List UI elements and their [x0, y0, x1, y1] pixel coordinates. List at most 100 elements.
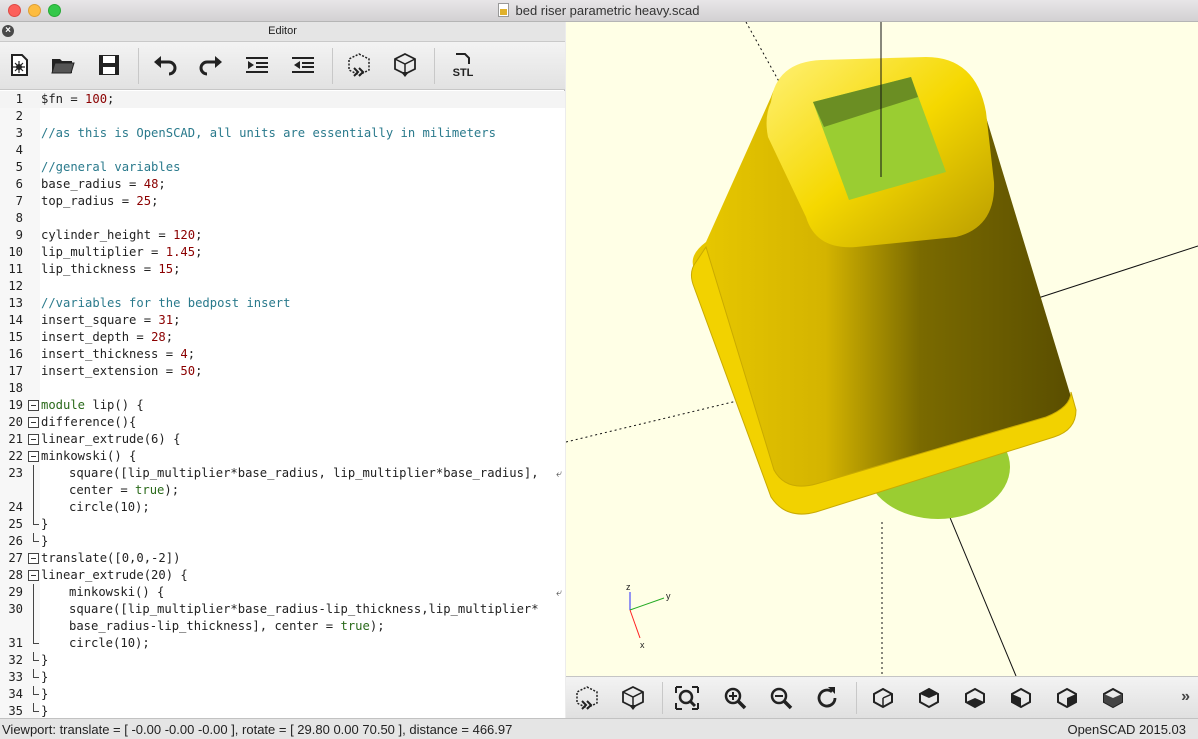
code-line[interactable]: 22 minkowski() {	[0, 448, 565, 465]
line-number: 12	[8, 279, 23, 293]
fold-toggle[interactable]	[28, 417, 39, 428]
code-text: }	[41, 687, 49, 701]
code-text: cylinder_height = 120;	[41, 228, 203, 242]
code-line[interactable]: base_radius-lip_thickness], center = tru…	[0, 618, 565, 635]
code-line[interactable]: 15 insert_depth = 28;	[0, 329, 565, 346]
toolbar-overflow-button[interactable]: »	[1181, 688, 1190, 706]
fold-guide	[33, 618, 34, 635]
save-button[interactable]	[94, 50, 124, 80]
title-bar: bed riser parametric heavy.scad	[0, 0, 1198, 22]
view-top-icon	[919, 687, 939, 709]
view-right-button[interactable]	[868, 683, 898, 713]
code-text: circle(10);	[69, 636, 150, 650]
render-button[interactable]	[390, 50, 420, 80]
code-line[interactable]: 31 circle(10);	[0, 635, 565, 652]
line-number: 7	[15, 194, 23, 208]
code-line[interactable]: 29 minkowski() {⤶	[0, 584, 565, 601]
code-line[interactable]: 18	[0, 380, 565, 397]
line-number: 31	[8, 636, 23, 650]
redo-button[interactable]	[196, 50, 226, 80]
code-line[interactable]: 8	[0, 210, 565, 227]
code-text: translate([0,0,-2])	[41, 551, 181, 565]
code-line[interactable]: 23 square([lip_multiplier*base_radius, li…	[0, 465, 565, 482]
editor-header: × Editor	[0, 22, 565, 42]
code-line[interactable]: 9 cylinder_height = 120;	[0, 227, 565, 244]
viewer-preview-button[interactable]	[572, 683, 602, 713]
preview-button[interactable]	[344, 50, 374, 80]
code-line[interactable]: 32}	[0, 652, 565, 669]
code-line[interactable]: 1 $fn = 100;	[0, 91, 565, 108]
code-line[interactable]: 2	[0, 108, 565, 125]
code-line[interactable]: 12	[0, 278, 565, 295]
undo-button[interactable]	[150, 50, 180, 80]
code-line[interactable]: 34}	[0, 686, 565, 703]
toolbar-separator	[138, 48, 139, 84]
code-line[interactable]: 24 circle(10);	[0, 499, 565, 516]
view-front-button[interactable]	[1052, 683, 1082, 713]
fold-toggle[interactable]	[28, 400, 39, 411]
line-number: 19	[8, 398, 23, 412]
version-label: OpenSCAD 2015.03	[1067, 722, 1186, 737]
export-stl-icon: STL	[453, 53, 474, 78]
code-line[interactable]: 21 linear_extrude(6) {	[0, 431, 565, 448]
view-top-button[interactable]	[914, 683, 944, 713]
code-line[interactable]: 28 linear_extrude(20) {	[0, 567, 565, 584]
reset-view-button[interactable]	[812, 683, 842, 713]
code-line[interactable]: 14 insert_square = 31;	[0, 312, 565, 329]
view-bottom-button[interactable]	[960, 683, 990, 713]
code-line[interactable]: 10 lip_multiplier = 1.45;	[0, 244, 565, 261]
line-number: 8	[15, 211, 23, 225]
code-line[interactable]: 27 translate([0,0,-2])	[0, 550, 565, 567]
line-number: 5	[15, 160, 23, 174]
new-file-button[interactable]	[4, 50, 34, 80]
fold-toggle[interactable]	[28, 451, 39, 462]
fold-end-marker	[33, 652, 39, 661]
toolbar-separator	[332, 48, 333, 84]
code-line[interactable]: 3 //as this is OpenSCAD, all units are es…	[0, 125, 565, 142]
fold-toggle[interactable]	[28, 570, 39, 581]
gizmo-x-label: x	[640, 640, 645, 650]
code-editor[interactable]: 1 $fn = 100; 2 3//as this is OpenSCAD, all …	[0, 91, 565, 718]
zoom-out-button[interactable]	[766, 683, 796, 713]
fold-toggle[interactable]	[28, 434, 39, 445]
code-line[interactable]: 30 square([lip_multiplier*base_radius-lip…	[0, 601, 565, 618]
open-file-button[interactable]	[48, 50, 78, 80]
code-line[interactable]: 5 //general variables	[0, 159, 565, 176]
code-line[interactable]: 13 //variables for the bedpost insert	[0, 295, 565, 312]
view-left-button[interactable]	[1006, 683, 1036, 713]
indent-button[interactable]	[288, 50, 318, 80]
code-line[interactable]: 7 top_radius = 25;	[0, 193, 565, 210]
zoom-in-button[interactable]	[720, 683, 750, 713]
code-line[interactable]: 4	[0, 142, 565, 159]
view-back-button[interactable]	[1098, 683, 1128, 713]
code-line[interactable]: 19 module lip() {	[0, 397, 565, 414]
line-number: 26	[8, 534, 23, 548]
code-text: }	[41, 670, 49, 684]
export-stl-button[interactable]: STL	[446, 50, 480, 80]
code-text: lip_multiplier = 1.45;	[41, 245, 203, 259]
line-number: 3	[15, 126, 23, 140]
code-text: $fn = 100;	[41, 92, 115, 106]
code-line[interactable]: center = true);	[0, 482, 565, 499]
view-back-icon	[1103, 687, 1123, 709]
code-line[interactable]: 25}	[0, 516, 565, 533]
viewer-render-button[interactable]	[618, 683, 648, 713]
code-text: base_radius-lip_thickness], center = tru…	[69, 619, 385, 633]
axis-gizmo: z y x	[626, 582, 671, 650]
fold-guide	[33, 499, 34, 516]
line-number: 9	[15, 228, 23, 242]
code-line[interactable]: 26}	[0, 533, 565, 550]
line-number: 4	[15, 143, 23, 157]
code-line[interactable]: 20 difference(){	[0, 414, 565, 431]
zoom-all-icon	[675, 686, 699, 710]
code-line[interactable]: 16 insert_thickness = 4;	[0, 346, 565, 363]
3d-viewport[interactable]: z y x	[566, 22, 1198, 676]
viewport-status: Viewport: translate = [ -0.00 -0.00 -0.0…	[2, 722, 513, 737]
code-line[interactable]: 11 lip_thickness = 15;	[0, 261, 565, 278]
code-line[interactable]: 17 insert_extension = 50;	[0, 363, 565, 380]
code-line[interactable]: 6 base_radius = 48;	[0, 176, 565, 193]
fold-toggle[interactable]	[28, 553, 39, 564]
zoom-all-button[interactable]	[672, 683, 702, 713]
code-line[interactable]: 33}	[0, 669, 565, 686]
unindent-button[interactable]	[242, 50, 272, 80]
